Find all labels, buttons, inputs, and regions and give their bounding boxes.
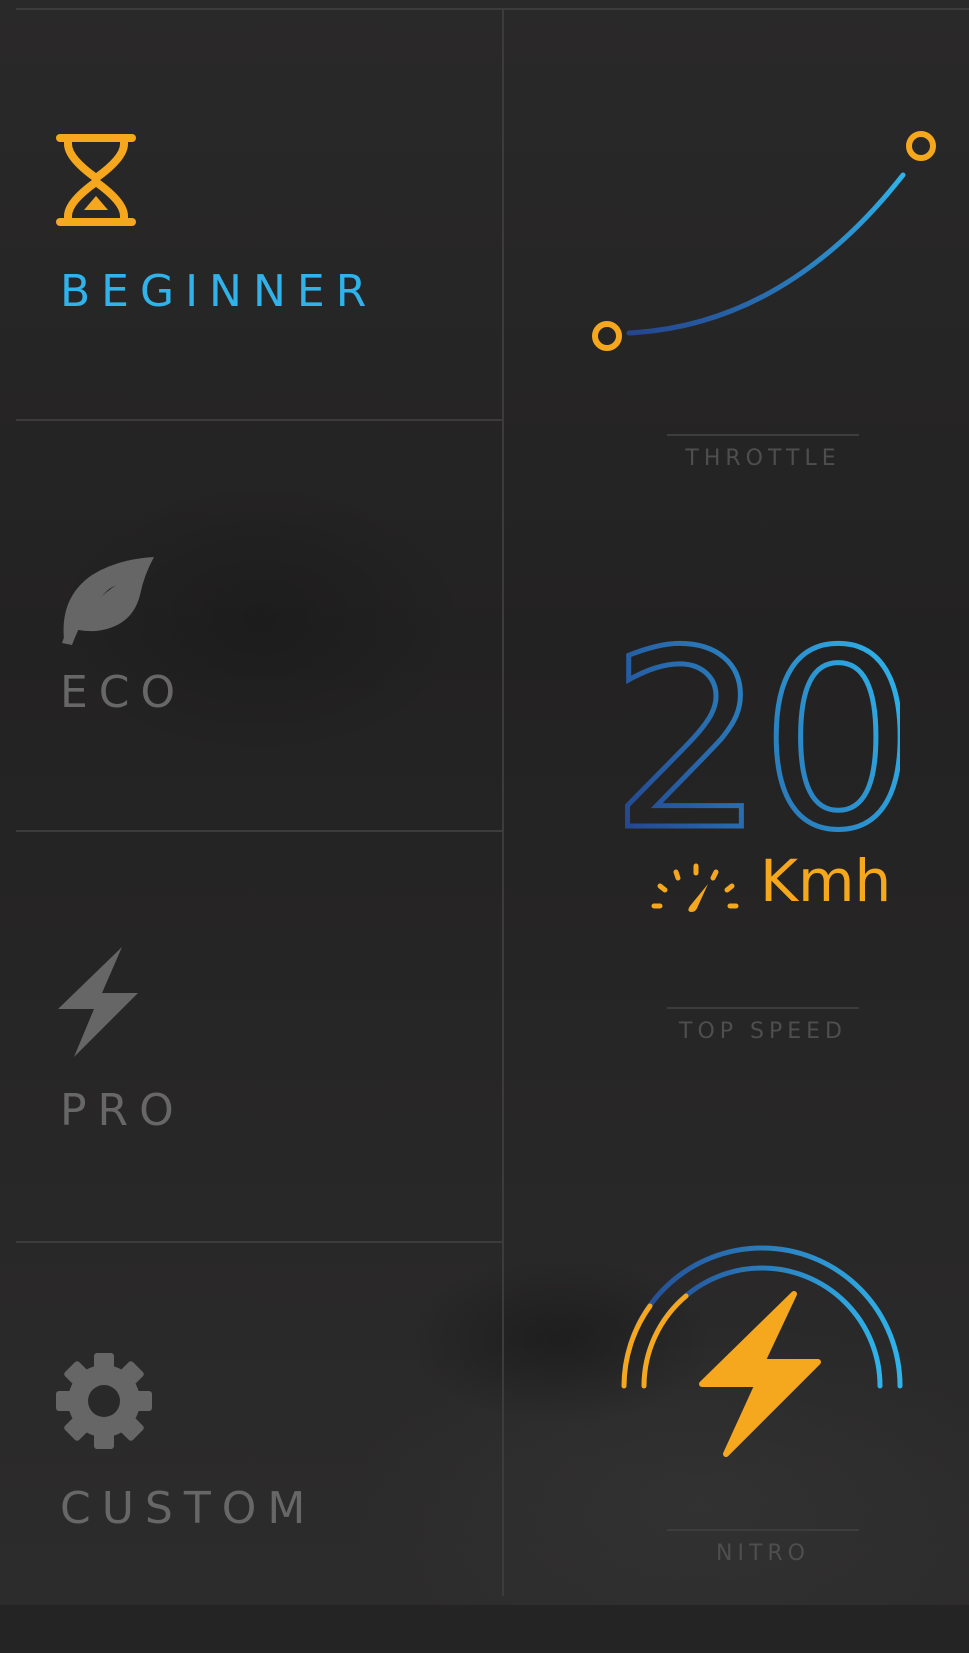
- column-divider: [502, 9, 504, 1596]
- throttle-curve-icon: [592, 131, 936, 351]
- leaf-icon: [62, 557, 154, 645]
- mode-item-eco[interactable]: ECO: [0, 421, 502, 831]
- throttle-rule: [667, 434, 859, 436]
- speed-value-text: 20: [620, 630, 900, 840]
- mode-item-custom[interactable]: CUSTOM: [0, 1243, 502, 1653]
- speed-value: 20: [620, 630, 900, 840]
- nitro-label: NITRO: [716, 1541, 810, 1566]
- nitro-gauge-icon: [621, 1245, 903, 1457]
- mode-label: CUSTOM: [60, 1483, 317, 1534]
- mode-item-pro[interactable]: PRO: [0, 832, 502, 1242]
- mode-label: ECO: [60, 667, 187, 718]
- speedometer-icon: [651, 863, 739, 912]
- top-speed-label: TOP SPEED: [679, 1019, 847, 1044]
- speed-unit: Kmh: [760, 847, 892, 915]
- mode-label: BEGINNER: [60, 266, 378, 317]
- lightning-icon: [58, 947, 138, 1057]
- gear-icon: [56, 1353, 152, 1449]
- mode-label: PRO: [60, 1085, 185, 1136]
- hourglass-icon: [56, 134, 136, 226]
- nitro-rule: [667, 1529, 859, 1531]
- top-speed-rule: [667, 1007, 859, 1009]
- mode-item-beginner[interactable]: BEGINNER: [0, 10, 502, 420]
- throttle-label: THROTTLE: [685, 446, 841, 471]
